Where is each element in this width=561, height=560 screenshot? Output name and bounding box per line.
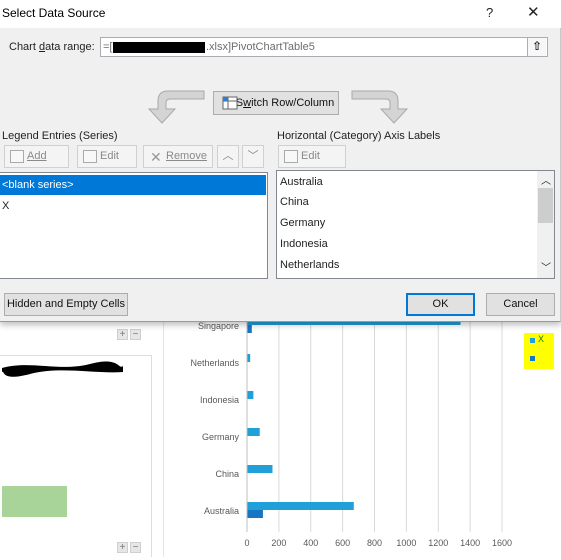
bar [247, 391, 254, 399]
legend-swatch-1 [530, 338, 535, 343]
move-down-button[interactable]: ﹀ [242, 145, 264, 168]
edit-axis-icon [284, 150, 298, 163]
bar-chart: 0 200 400 600 800 1000 1200 1400 1600 Australia Ch… [190, 317, 512, 548]
series-list[interactable]: <blank series> X [0, 172, 268, 279]
add-series-button[interactable]: Add [4, 145, 69, 168]
legend-label-x: X [538, 334, 545, 344]
axis-item[interactable]: Netherlands [278, 255, 339, 275]
move-up-button[interactable]: ︿ [217, 145, 239, 168]
x-tick-label: 800 [367, 538, 382, 548]
collapse-button-bottom[interactable]: − [130, 542, 141, 553]
category-label: Australia [204, 506, 239, 516]
switch-icon [222, 96, 238, 110]
help-button[interactable]: ? [486, 5, 493, 20]
redacted-filename [113, 42, 205, 53]
series-item[interactable]: X [0, 196, 266, 216]
bar [247, 465, 273, 473]
ok-button[interactable]: OK [406, 293, 475, 316]
category-label: China [215, 469, 239, 479]
range-suffix: .xlsx]PivotChartTable5 [206, 41, 315, 53]
dialog-title: Select Data Source [2, 6, 106, 20]
x-tick-label: 0 [244, 538, 249, 548]
axis-labels-header: Horizontal (Category) Axis Labels [277, 130, 441, 142]
x-tick-label: 400 [303, 538, 318, 548]
scroll-up-icon[interactable]: ︿ [541, 172, 551, 187]
x-tick-label: 600 [335, 538, 350, 548]
axis-item[interactable]: Germany [278, 213, 325, 233]
left-arrow-icon [147, 90, 205, 124]
x-tick-label: 200 [271, 538, 286, 548]
axis-labels-list[interactable]: Australia China Germany Indonesia Nether… [276, 170, 555, 279]
data-bar [2, 486, 67, 517]
hidden-empty-cells-button[interactable]: Hidden and Empty Cells [4, 293, 128, 316]
category-label: Germany [202, 432, 240, 442]
bar [247, 325, 252, 333]
redacted-scribble [2, 361, 123, 377]
select-data-source-dialog: Select Data Source ? ✕ Chart data range:… [0, 0, 561, 322]
category-label: Netherlands [190, 358, 239, 368]
category-label: Indonesia [200, 395, 239, 405]
bar [247, 510, 263, 518]
axis-item[interactable]: China [278, 192, 309, 212]
range-label: Chart data range: [9, 41, 95, 53]
close-button[interactable]: ✕ [527, 3, 540, 21]
right-arrow-icon [351, 90, 409, 124]
collapse-button[interactable]: − [130, 329, 141, 340]
chart-area[interactable]: 0 200 400 600 800 1000 1200 1400 1600 Australia Ch… [163, 317, 561, 557]
scrollbar[interactable]: ︿ ﹀ [537, 171, 554, 278]
switch-row-column-button[interactable]: Switch Row/Column [213, 91, 339, 115]
axis-item[interactable]: Indonesia [278, 234, 328, 254]
legend-swatch-2 [530, 356, 535, 361]
x-tick-label: 1600 [492, 538, 512, 548]
range-prefix: =[ [103, 41, 113, 53]
chevron-up-icon: ︿ [222, 150, 234, 162]
series-item-selected[interactable]: <blank series> [0, 175, 266, 195]
expand-button[interactable]: + [117, 329, 128, 340]
edit-icon [83, 150, 97, 163]
edit-series-button[interactable]: Edit [77, 145, 137, 168]
remove-icon: ✕ [150, 149, 162, 165]
axis-item[interactable]: Australia [278, 172, 323, 192]
legend-entries-header: Legend Entries (Series) [2, 130, 118, 142]
x-tick-label: 1400 [460, 538, 480, 548]
cancel-button[interactable]: Cancel [486, 293, 555, 316]
edit-axis-button[interactable]: Edit [278, 145, 346, 168]
expand-button-bottom[interactable]: + [117, 542, 128, 553]
scrollbar-thumb[interactable] [538, 188, 553, 223]
x-tick-label: 1200 [428, 538, 448, 548]
bar [247, 502, 354, 510]
switch-label: Switch Row/Column [235, 97, 335, 109]
scroll-down-icon[interactable]: ﹀ [541, 259, 551, 274]
title-bar: Select Data Source ? ✕ [0, 0, 561, 28]
add-icon [10, 150, 24, 163]
legend-box[interactable]: X [524, 333, 554, 369]
chevron-down-icon: ﹀ [247, 150, 259, 162]
category-label: Singapore [198, 321, 239, 331]
bar [247, 428, 260, 436]
pivot-panel [0, 355, 152, 557]
x-tick-label: 1000 [396, 538, 416, 548]
collapse-dialog-button[interactable]: ⇧ [527, 38, 546, 56]
remove-series-button[interactable]: ✕ Remove [143, 145, 213, 168]
data-range-input[interactable]: =[ .xlsx]PivotChartTable5 ⇧ [100, 37, 548, 57]
